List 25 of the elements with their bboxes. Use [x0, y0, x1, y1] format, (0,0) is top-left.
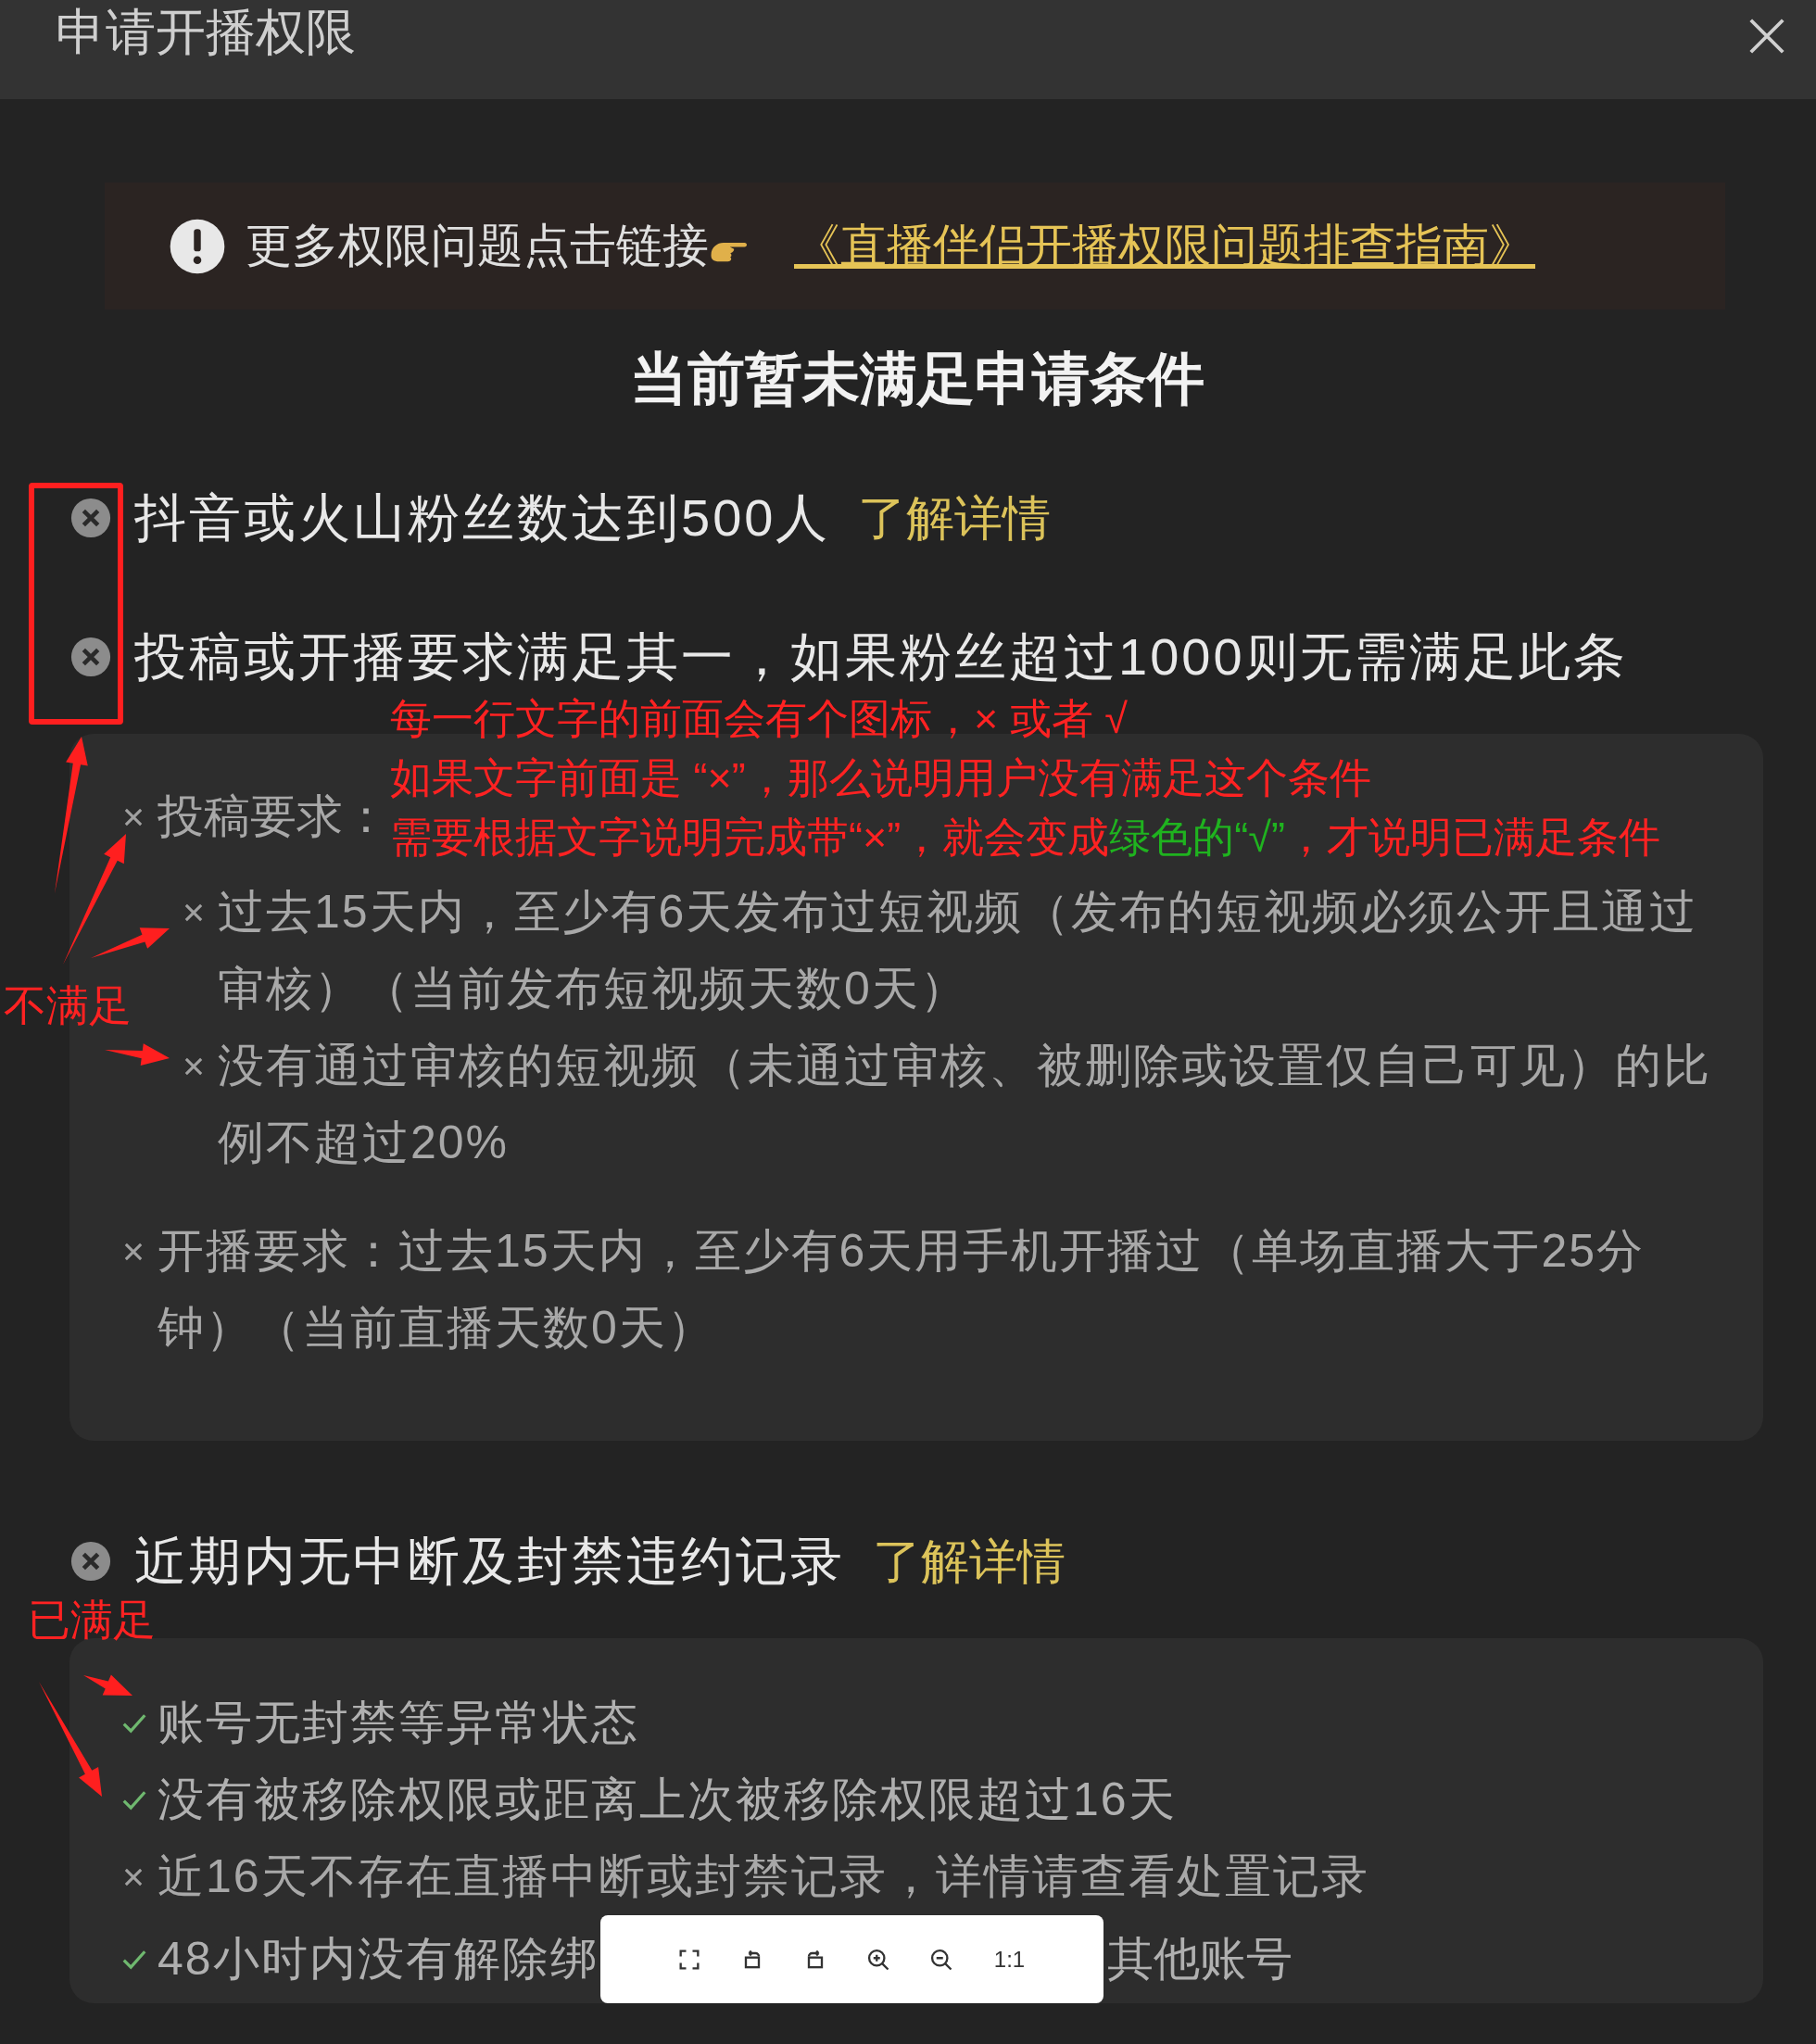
actual-size-button[interactable]: 1:1 [990, 1942, 1028, 1976]
details-link[interactable]: 了解详情 [873, 1525, 1066, 1597]
guide-link[interactable]: 《直播伴侣开播权限问题排查指南》 [794, 211, 1535, 281]
requirement-text: 48小时内没有解除绑 [158, 1932, 599, 1987]
status-heading: 当前暂未满足申请条件 [629, 346, 1205, 412]
annotation-note: 每一行文字的前面会有个图标，× 或者 √ [390, 694, 1129, 744]
condition-text: 投稿或开播要求满足其一，如果粉丝超过1000则无需满足此条 [134, 626, 1628, 688]
condition-text: 近期内无中断及封禁违约记录 [134, 1531, 845, 1592]
annotation-arrow [105, 1043, 170, 1066]
requirement-text: 开播要求：过去15天内，至少有6天用手机开播过（单场直播大于25分钟）（当前直播天数0天） [158, 1224, 1646, 1356]
annotation-note: 需要根据文字说明完成带“×”，就会变成绿色的“√”，才说明已满足条件 [390, 813, 1660, 863]
requirement-text: 账号无封禁等异常状态 [158, 1696, 639, 1750]
requirement-label: 投稿要求： [158, 789, 389, 844]
annotation-label: 已满足 [28, 1598, 156, 1641]
notice-text: 更多权限问题点击链接 [246, 219, 709, 273]
requirement-text: 没有通过审核的短视频（未通过审核、被删除或设置仅自己可见）的比例不超过20% [218, 1039, 1712, 1170]
requirement-text: 过去15天内，至少有6天发布过短视频（发布的短视频必须公开且通过审核）（当前发布短视频天数0天） [218, 885, 1699, 1016]
window-title: 申请开播权限 [56, 6, 356, 57]
condition-text: 抖音或火山粉丝数达到500人 [134, 487, 831, 549]
annotation-note: 如果文字前面是 “×”，那么说明用户没有满足这个条件 [390, 753, 1372, 803]
requirement-text: 近16天不存在直播中断或封禁记录，详情请查看处置记录 [158, 1849, 1369, 1904]
annotation-label: 不满足 [4, 984, 132, 1027]
requirement-text: 其他账号 [1107, 1932, 1293, 1987]
requirement-text: 没有被移除权限或距离上次被移除权限超过16天 [158, 1773, 1177, 1827]
details-link[interactable]: 了解详情 [858, 482, 1052, 554]
